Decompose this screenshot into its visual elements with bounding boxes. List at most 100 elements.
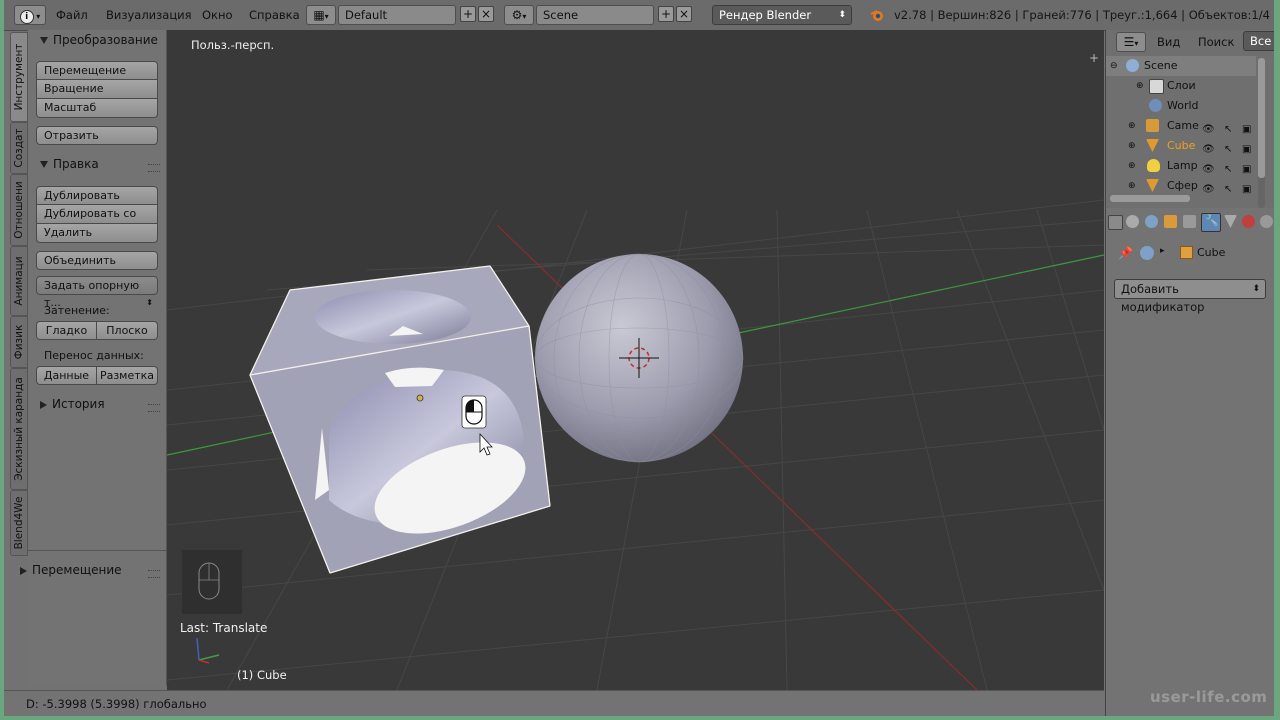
delete-button[interactable]: Удалить: [36, 224, 158, 243]
menu-file[interactable]: Файл: [52, 5, 92, 25]
outliner-search-menu[interactable]: Поиск: [1198, 32, 1234, 52]
render-layers-icon: [1149, 79, 1164, 94]
outliner-item-label: Scene: [1144, 59, 1178, 72]
modifiers-tab-icon[interactable]: 🔧: [1201, 213, 1221, 232]
input-hint-box: [182, 550, 242, 614]
tab-physics[interactable]: Физик: [10, 316, 28, 368]
render-engine-dropdown[interactable]: Рендер Blender ⬍: [712, 5, 852, 25]
render-layers-tab-icon[interactable]: [1126, 215, 1139, 228]
history-header-label: История: [52, 397, 105, 411]
object-origin-dot: [416, 394, 424, 402]
tab-animation-label: Анимаци: [13, 256, 25, 306]
render-tab-icon[interactable]: [1108, 215, 1123, 230]
expand-icon: [40, 161, 48, 168]
duplicate-button[interactable]: Дублировать: [36, 186, 158, 205]
object-tab-icon[interactable]: [1164, 215, 1177, 228]
tab-create[interactable]: Создат: [10, 122, 28, 174]
outliner-item-label: Слои: [1167, 79, 1196, 92]
active-object-label: (1) Cube: [237, 668, 287, 682]
menu-window[interactable]: Окно: [198, 5, 237, 25]
renderable-camera-icon[interactable]: ▣ ▣ ▣ ▣: [1242, 120, 1251, 200]
top-header: i ▾ Файл Визуализация Окно Справка ▦▾ De…: [4, 0, 1274, 31]
visibility-eye-icon[interactable]: 👁 👁 👁 👁: [1202, 120, 1215, 200]
scene-stats: v2.78 | Вершин:826 | Граней:776 | Треуг.…: [894, 8, 1274, 22]
cube-object[interactable]: [249, 265, 551, 574]
expand-icon[interactable]: ⊕: [1128, 176, 1136, 196]
material-tab-icon[interactable]: [1242, 215, 1255, 228]
rotate-button[interactable]: Вращение: [36, 80, 158, 99]
screen-layout-icon[interactable]: ▦▾: [306, 5, 336, 25]
scene-field[interactable]: Scene: [536, 5, 654, 25]
pin-icon[interactable]: 📌: [1118, 246, 1133, 260]
tab-relations[interactable]: Отношени: [10, 174, 28, 246]
outliner-item-render-layers[interactable]: ⊕ Слои: [1106, 76, 1256, 96]
data-tab-icon[interactable]: [1224, 215, 1237, 228]
active-object-name: Cube: [1197, 246, 1226, 259]
outliner-item-world[interactable]: World: [1106, 96, 1256, 116]
outliner-scrollbar[interactable]: [1258, 58, 1265, 208]
screen-layout-field[interactable]: Default: [338, 5, 456, 25]
panel-grip-icon[interactable]: [148, 404, 160, 412]
scene-tab-icon[interactable]: [1145, 215, 1158, 228]
delete-layout-icon[interactable]: ×: [478, 6, 494, 22]
join-button[interactable]: Объединить: [36, 251, 158, 270]
collapse-icon[interactable]: ⊖: [1110, 56, 1118, 76]
chevron-updown-icon: ⬍: [146, 298, 153, 307]
panel-grip-icon[interactable]: [148, 570, 160, 578]
add-scene-icon[interactable]: +: [658, 6, 674, 22]
info-editor-button[interactable]: i ▾: [14, 5, 46, 25]
tab-blend4web[interactable]: Blend4We: [10, 490, 28, 556]
add-layout-icon[interactable]: +: [460, 6, 476, 22]
selectable-arrow-icon[interactable]: ↖ ↖ ↖ ↖: [1224, 120, 1232, 200]
outliner-view-menu[interactable]: Вид: [1157, 32, 1180, 52]
chevron-updown-icon: ⬍: [1252, 284, 1260, 294]
viewport-plus-icon[interactable]: +: [1088, 52, 1100, 64]
scale-button[interactable]: Масштаб: [36, 99, 158, 118]
set-origin-dropdown[interactable]: Задать опорную т... ⬍: [36, 276, 158, 309]
constraints-tab-icon[interactable]: [1183, 215, 1196, 228]
shade-smooth-button[interactable]: Гладко: [36, 321, 97, 340]
expand-icon[interactable]: ⊕: [1128, 116, 1136, 136]
outliner-hscrollbar[interactable]: [1110, 195, 1190, 202]
tab-tools[interactable]: Инструмент: [10, 32, 28, 122]
expand-icon[interactable]: ⊕: [1128, 136, 1136, 156]
tab-relations-label: Отношени: [13, 181, 25, 239]
menu-help[interactable]: Справка: [245, 5, 304, 25]
outliner-item-scene[interactable]: ⊖ Scene: [1106, 56, 1256, 76]
transform-panel-header[interactable]: Преобразование: [40, 31, 158, 49]
outliner-filter-dropdown[interactable]: Все: [1243, 31, 1274, 51]
uv-layout-button[interactable]: Разметка: [97, 366, 158, 385]
tab-animation[interactable]: Анимаци: [10, 246, 28, 316]
operator-panel-header[interactable]: Перемещение: [20, 561, 122, 579]
tab-grease-pencil[interactable]: Эскизный каранда: [10, 368, 28, 490]
tool-shelf: Преобразование Перемещение Вращение Масш…: [20, 30, 167, 686]
history-panel-header[interactable]: История: [40, 395, 105, 413]
tab-blend4web-label: Blend4We: [13, 496, 25, 550]
mirror-button[interactable]: Отразить: [36, 126, 158, 145]
render-engine-label: Рендер Blender: [719, 8, 812, 22]
restrict-columns: 👁 👁 👁 👁 ↖ ↖ ↖ ↖ ▣ ▣ ▣ ▣: [1198, 116, 1256, 196]
view-perspective-label: Польз.-персп.: [191, 38, 275, 52]
delete-scene-icon[interactable]: ×: [676, 6, 692, 22]
panel-grip-icon[interactable]: [148, 164, 160, 172]
shade-flat-button[interactable]: Плоско: [97, 321, 158, 340]
add-modifier-label: Добавить модификатор: [1121, 282, 1205, 314]
3d-viewport[interactable]: Польз.-персп. + Last: Translate (1) Cube: [167, 30, 1104, 690]
data-button[interactable]: Данные: [36, 366, 97, 385]
expand-icon[interactable]: ⊕: [1136, 76, 1144, 96]
tab-grease-pencil-label: Эскизный каранда: [13, 377, 25, 481]
texture-tab-icon[interactable]: [1260, 215, 1273, 228]
scene-selector-icon[interactable]: ⚙▾: [504, 5, 534, 25]
last-operator-label: Last: Translate: [180, 621, 268, 635]
watermark: user-life.com: [1150, 688, 1268, 706]
outliner-editor-icon[interactable]: ☰▾: [1116, 32, 1146, 52]
duplicate-linked-button[interactable]: Дублировать со св...: [36, 205, 158, 237]
scene-icon: [1126, 59, 1139, 72]
add-modifier-dropdown[interactable]: Добавить модификатор ⬍: [1114, 279, 1266, 314]
menu-render[interactable]: Визуализация: [102, 5, 196, 25]
info-icon: i: [19, 10, 34, 24]
outliner-item-label: Cube: [1167, 139, 1196, 152]
edit-panel-header[interactable]: Правка: [40, 155, 99, 173]
translate-button[interactable]: Перемещение: [36, 61, 158, 80]
expand-icon[interactable]: ⊕: [1128, 156, 1136, 176]
